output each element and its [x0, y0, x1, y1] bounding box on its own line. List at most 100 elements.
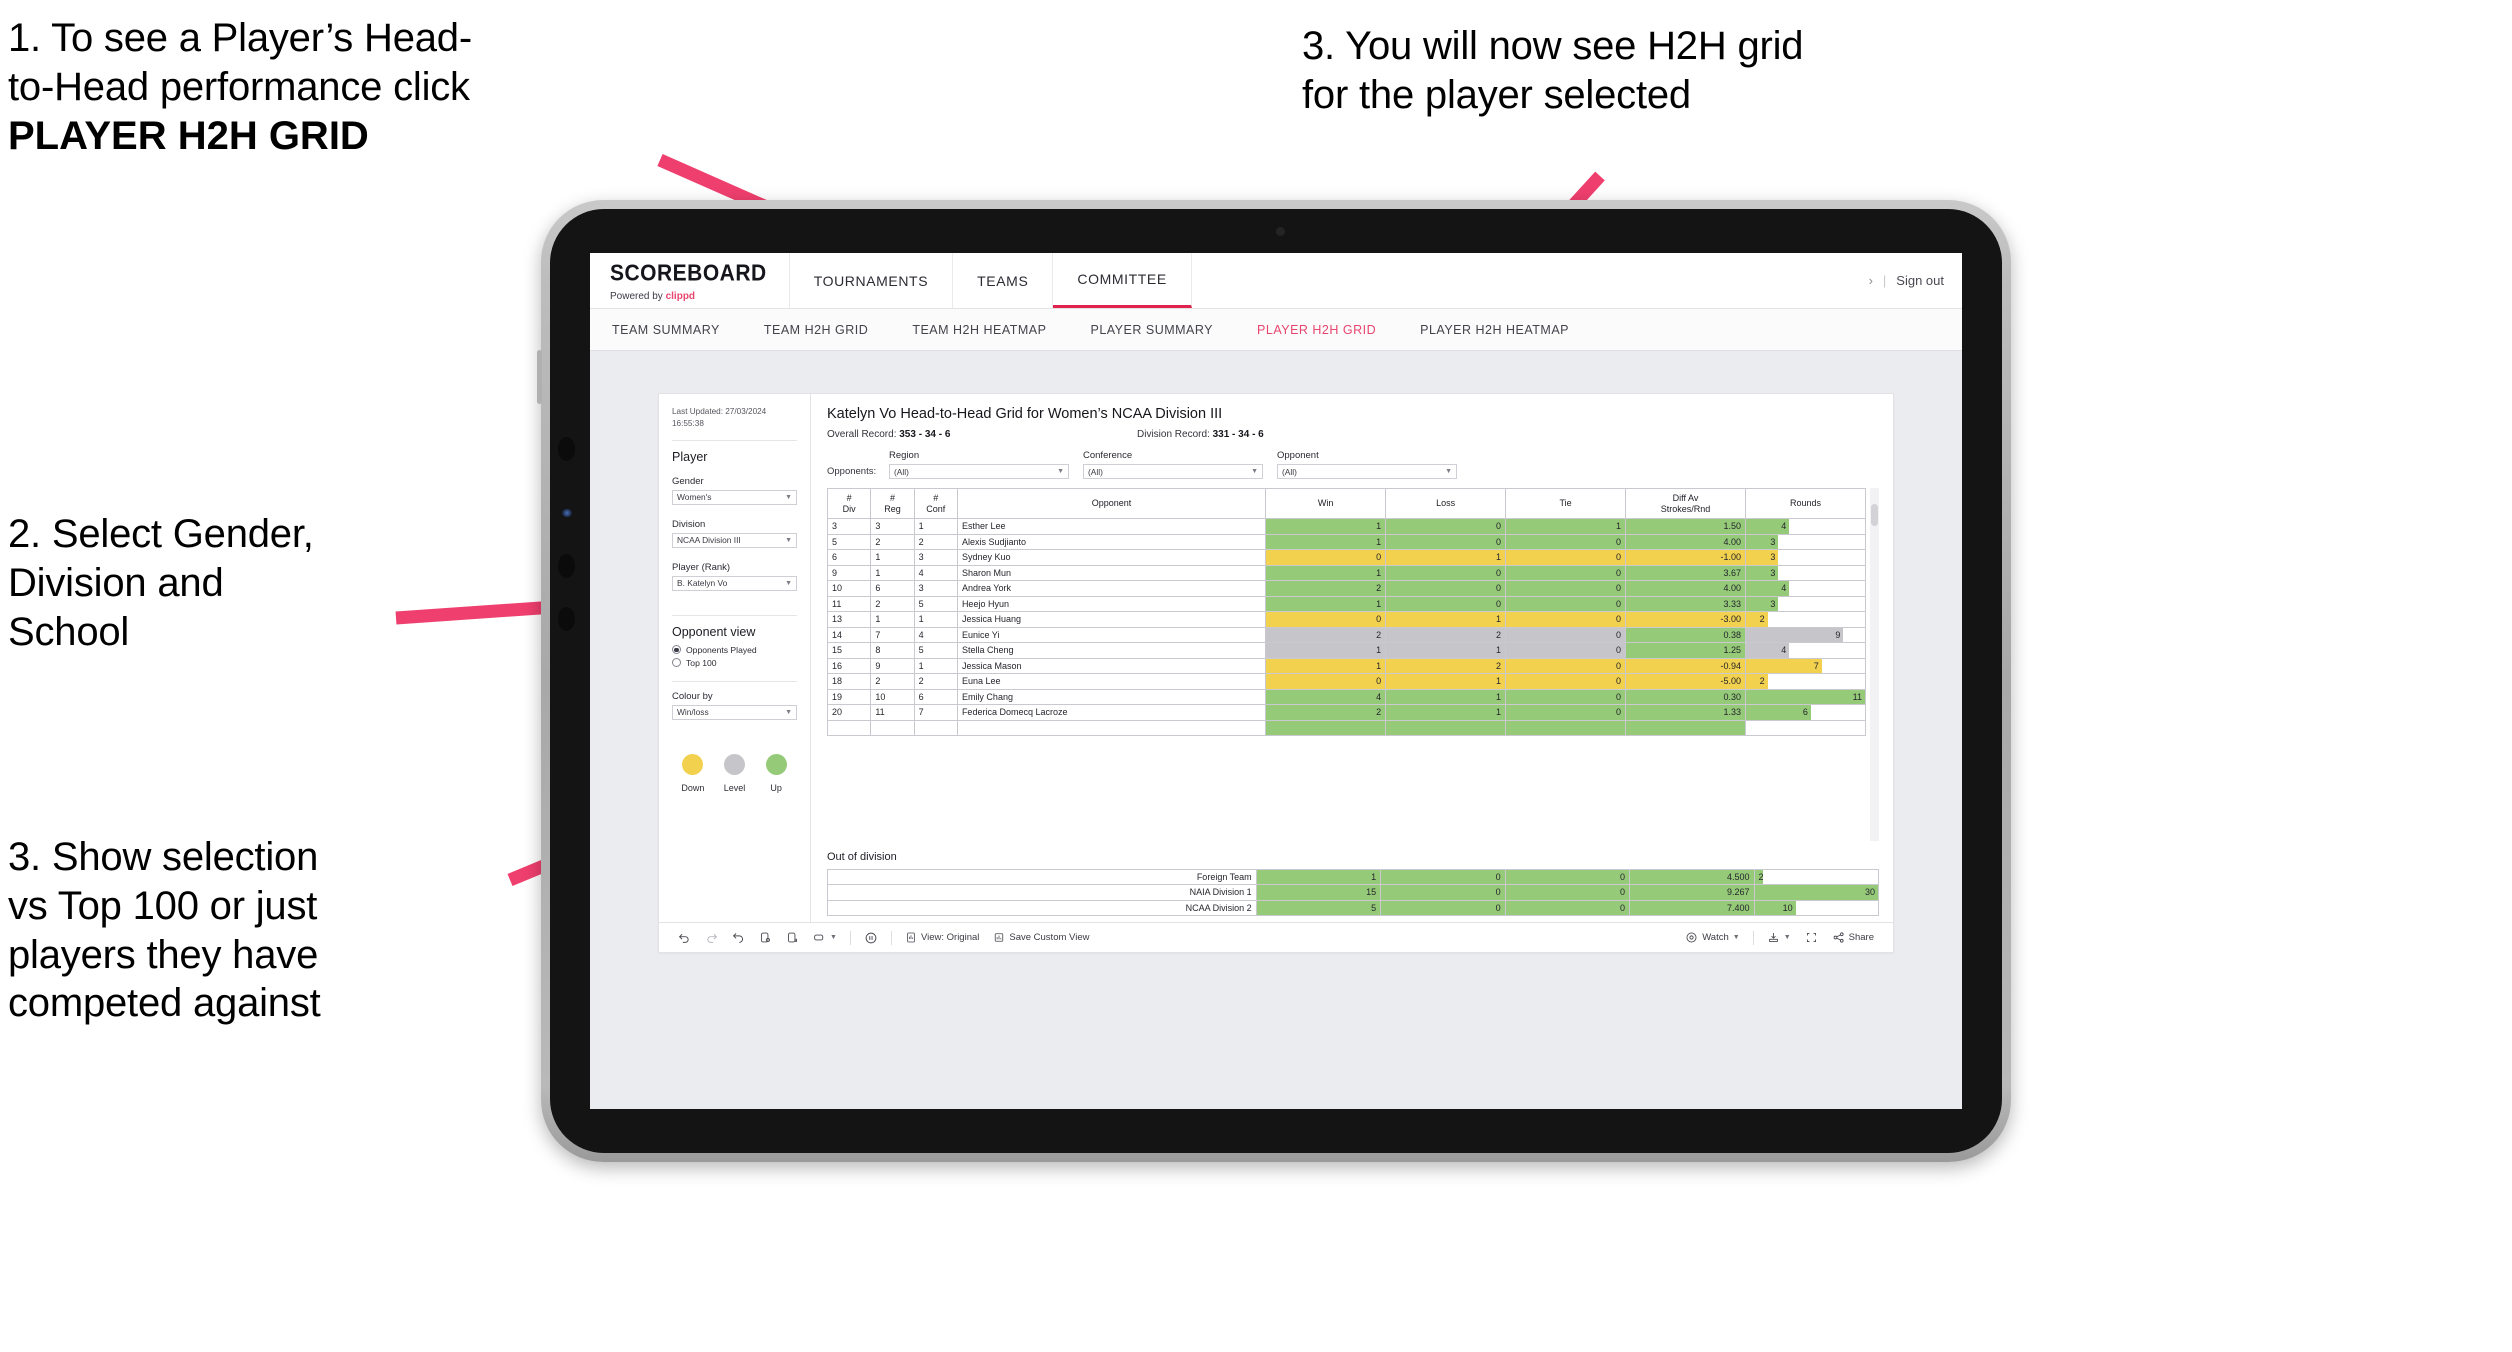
cell-ood-tie: 0: [1504, 868, 1631, 885]
sub-nav-item-player-h2h-grid[interactable]: PLAYER H2H GRID: [1235, 323, 1398, 337]
chevron-down-icon: ▼: [1251, 468, 1258, 475]
opponent-dropdown[interactable]: (All) ▼: [1277, 464, 1457, 479]
cell-div: 5: [827, 533, 872, 550]
last-updated-label: Last Updated: 27/03/2024 16:55:38: [672, 407, 767, 428]
colour-by-dropdown[interactable]: Win/loss ▼: [672, 704, 797, 720]
cell-tie: 0: [1505, 595, 1627, 612]
cell-conf: 1: [913, 657, 958, 674]
table-row[interactable]: 19 10 6 Emily Chang 4 1 0 0.30 11: [827, 688, 1866, 705]
slide-canvas: 1. To see a Player’s Head- to-Head perfo…: [0, 0, 2512, 1352]
cell-div: 14: [827, 626, 872, 643]
undo-button[interactable]: [671, 931, 698, 944]
pause-updates-button[interactable]: [779, 931, 806, 944]
cell-reg: 10: [870, 688, 915, 705]
table-row[interactable]: 10 6 3 Andrea York 2 0 0 4.00 4: [827, 580, 1866, 597]
download-button[interactable]: ▼: [1760, 931, 1798, 944]
cell-win: 0: [1265, 611, 1387, 628]
table-row[interactable]: 13 1 1 Jessica Huang 0 1 0 -3.00 2: [827, 611, 1866, 628]
col-rounds: Rounds: [1744, 488, 1866, 519]
front-camera-icon: [1276, 227, 1285, 236]
share-button[interactable]: Share: [1825, 931, 1881, 944]
top-nav-item-teams[interactable]: TEAMS: [953, 253, 1054, 308]
watch-button[interactable]: Watch ▼: [1678, 931, 1747, 944]
h2h-table-wrapper: #Div #Reg #Conf Opponent Win Loss Tie: [827, 488, 1879, 841]
table-row[interactable]: 9 1 4 Sharon Mun 1 0 0 3.67 3: [827, 564, 1866, 581]
cell-conf: 5: [913, 595, 958, 612]
conference-label: Conference: [1083, 450, 1133, 461]
table-row[interactable]: 6 1 3 Sydney Kuo 0 1 0 -1.00 3: [827, 549, 1866, 566]
refresh-data-button[interactable]: [752, 931, 779, 944]
cell-win: 2: [1265, 626, 1387, 643]
cell-reg: 11: [870, 704, 915, 721]
cell-ood-name: NCAA Division 2: [827, 899, 1257, 916]
chevron-right-icon[interactable]: ›: [1869, 273, 1873, 288]
cell-rounds: 3: [1744, 549, 1866, 566]
legend-label-level: Level: [723, 782, 746, 793]
chevron-down-icon: ▼: [785, 708, 792, 716]
cell-ood-tie: 0: [1504, 899, 1631, 916]
cell-reg: 2: [870, 673, 915, 690]
table-row[interactable]: 3 3 1 Esther Lee 1 0 1 1.50 4: [827, 518, 1866, 535]
redo-button[interactable]: [698, 931, 725, 944]
save-custom-view-button[interactable]: Save Custom View: [986, 931, 1096, 944]
cell-rounds: 4: [1744, 642, 1866, 659]
out-of-division-row[interactable]: NAIA Division 1 15 0 0 9.267 30: [827, 884, 1879, 901]
cell-tie: 0: [1505, 611, 1627, 628]
col-opponent: Opponent: [956, 488, 1267, 519]
region-dropdown[interactable]: (All) ▼: [889, 464, 1069, 479]
player-rank-dropdown[interactable]: B. Katelyn Vo ▼: [672, 575, 797, 591]
cell-ood-rounds: 2: [1753, 868, 1879, 885]
revert-button[interactable]: [725, 931, 752, 944]
cell-ood-name: Foreign Team: [827, 868, 1257, 885]
cell-diff: 3.33: [1625, 595, 1746, 612]
brand-powered-prefix: Powered by: [610, 290, 666, 302]
pause-auto-update-button[interactable]: [857, 931, 885, 945]
table-row[interactable]: 16 9 1 Jessica Mason 1 2 0 -0.94 7: [827, 657, 1866, 674]
cell-win: 0: [1265, 549, 1387, 566]
table-row[interactable]: 5 2 2 Alexis Sudjianto 1 0 0 4.00 3: [827, 533, 1866, 550]
app-top-navigation: SCOREBOARD Powered by clippd TOURNAMENTS…: [590, 253, 1962, 309]
sub-nav-item-player-h2h-heatmap[interactable]: PLAYER H2H HEATMAP: [1398, 323, 1591, 337]
cell-diff: -1.00: [1625, 549, 1746, 566]
conference-dropdown[interactable]: (All) ▼: [1083, 464, 1263, 479]
scrollbar-thumb[interactable]: [1871, 504, 1878, 526]
sub-nav-item-team-h2h-grid[interactable]: TEAM H2H GRID: [742, 323, 890, 337]
gender-dropdown[interactable]: Women's ▼: [672, 489, 797, 505]
cell-conf: 3: [913, 549, 958, 566]
table-row[interactable]: 14 7 4 Eunice Yi 2 2 0 0.38 9: [827, 626, 1866, 643]
out-of-division-row[interactable]: NCAA Division 2 5 0 0 7.400 10: [827, 899, 1879, 916]
region-label: Region: [889, 450, 920, 461]
radio-top-100[interactable]: Top 100: [672, 658, 797, 668]
table-row[interactable]: 15 8 5 Stella Cheng 1 1 0 1.25 4: [827, 642, 1866, 659]
table-row[interactable]: 18 2 2 Euna Lee 0 1 0 -5.00 2: [827, 673, 1866, 690]
division-record: Division Record: 331 - 34 - 6: [1137, 429, 1447, 440]
brand-logo[interactable]: SCOREBOARD Powered by clippd: [590, 253, 790, 308]
device-layout-icon: [814, 934, 824, 941]
division-dropdown[interactable]: NCAA Division III ▼: [672, 532, 797, 548]
cell-reg: 6: [870, 580, 915, 597]
cell-reg: 1: [870, 611, 915, 628]
view-original-button[interactable]: View: Original: [898, 931, 986, 944]
sub-nav-item-player-summary[interactable]: PLAYER SUMMARY: [1068, 323, 1235, 337]
overall-record-label: Overall Record:: [827, 429, 897, 440]
cell-rounds: 3: [1744, 564, 1866, 581]
table-row[interactable]: 20 11 7 Federica Domecq Lacroze 2 1 0 1.33 6: [827, 704, 1866, 721]
fullscreen-button[interactable]: [1798, 931, 1825, 944]
radio-opponents-played[interactable]: Opponents Played: [672, 645, 797, 655]
tablet-volume-button[interactable]: [537, 350, 542, 404]
sign-out-link[interactable]: Sign out: [1896, 273, 1944, 288]
sub-nav-item-team-summary[interactable]: TEAM SUMMARY: [608, 323, 742, 337]
share-label: Share: [1848, 932, 1874, 943]
view-original-label: View: Original: [920, 932, 980, 943]
out-of-division-row[interactable]: Foreign Team 1 0 0 4.500 2: [827, 868, 1879, 885]
cell-tie: 0: [1505, 533, 1627, 550]
table-row[interactable]: 11 2 5 Heejo Hyun 1 0 0 3.33 3: [827, 595, 1866, 612]
device-layout-button[interactable]: ▼: [806, 931, 844, 944]
table-vertical-scrollbar[interactable]: [1870, 488, 1879, 841]
top-nav-item-tournaments[interactable]: TOURNAMENTS: [790, 253, 954, 308]
cell-reg: 7: [870, 626, 915, 643]
cell-conf: 4: [913, 626, 958, 643]
sub-nav-item-team-h2h-heatmap[interactable]: TEAM H2H HEATMAP: [890, 323, 1068, 337]
top-nav-item-committee[interactable]: COMMITTEE: [1053, 253, 1192, 308]
cell-conf: 2: [913, 533, 958, 550]
